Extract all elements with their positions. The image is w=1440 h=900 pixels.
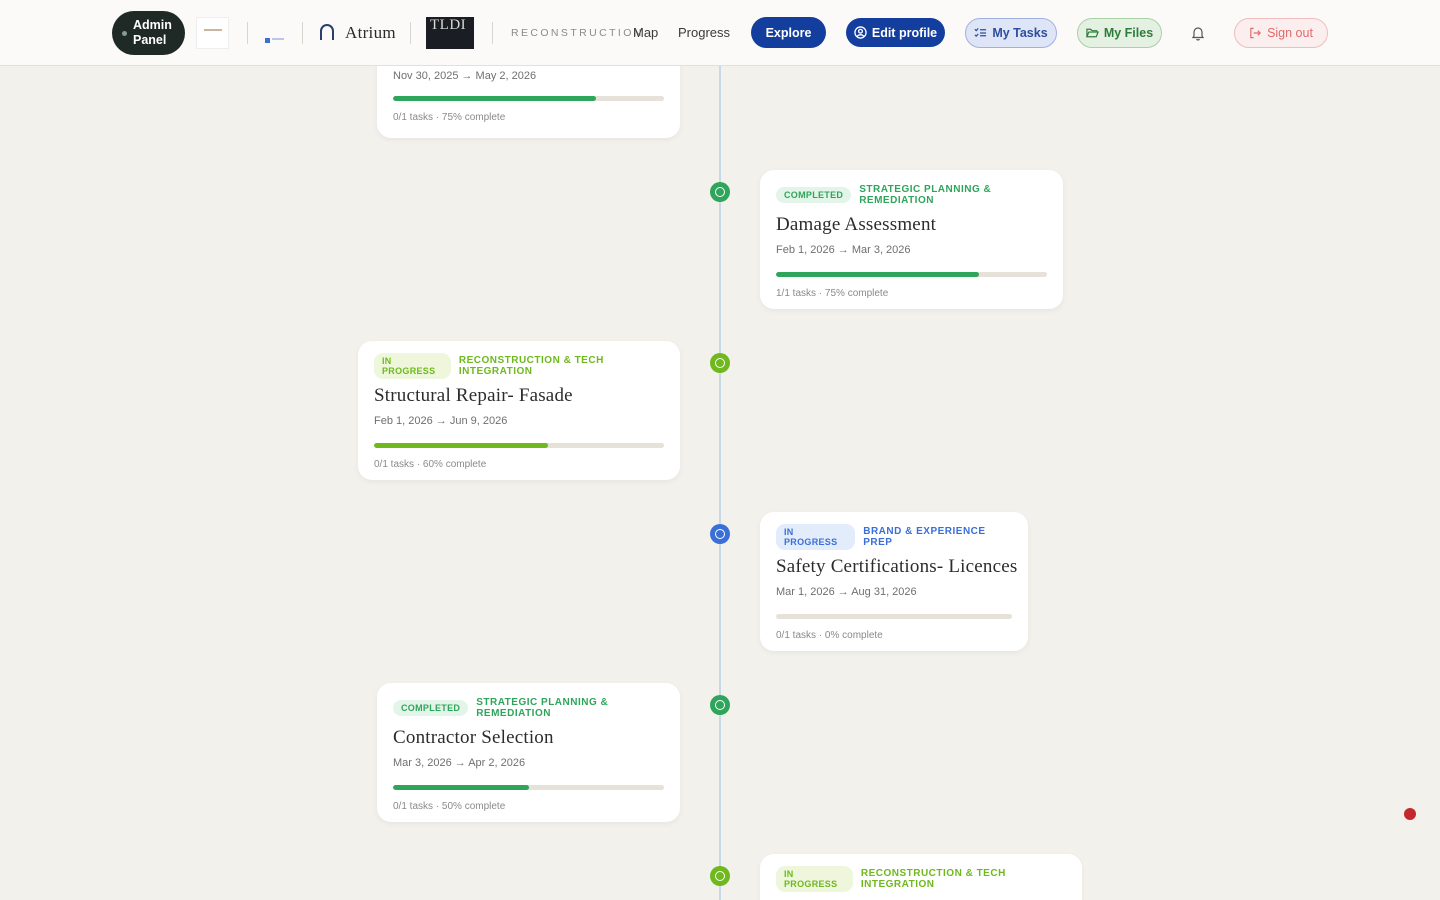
atrium-logo: Atrium [320, 22, 396, 44]
my-files-label: My Files [1103, 26, 1154, 40]
card-title: Safety Certifications- Licences [776, 556, 1018, 577]
my-files-button[interactable]: My Files [1077, 18, 1162, 48]
status-badge: IN PROGRESS [776, 866, 853, 892]
card-dates: Mar 3, 2026 → Apr 2, 2026 [393, 757, 526, 769]
timeline-card[interactable]: IN PROGRESS BRAND & EXPERIENCE PREP Safe… [760, 512, 1028, 651]
nav-map-link[interactable]: Map [633, 25, 658, 40]
nav-progress-link[interactable]: Progress [678, 25, 730, 40]
divider [410, 22, 411, 44]
category-label: STRATEGIC PLANNING & REMEDIATION [859, 184, 992, 206]
card-meta: 0/1 tasks · 0% complete [776, 630, 883, 641]
card-dates: Feb 1, 2026 → Jun 9, 2026 [374, 415, 508, 427]
status-badge: COMPLETED [776, 187, 852, 203]
card-title: Contractor Selection [393, 727, 554, 748]
progress-fill [374, 443, 548, 448]
partner-logo [196, 17, 229, 49]
timeline-node-in-progress [710, 353, 730, 373]
progress-bar [776, 272, 1047, 277]
admin-panel-button[interactable]: Admin Panel [112, 11, 185, 55]
logout-icon [1250, 27, 1262, 39]
progress-bar [374, 443, 664, 448]
timeline-card[interactable]: COMPLETED STRATEGIC PLANNING & REMEDIATI… [377, 683, 680, 822]
my-tasks-button[interactable]: My Tasks [965, 18, 1057, 48]
progress-bar [393, 785, 664, 790]
sign-out-button[interactable]: Sign out [1234, 18, 1328, 48]
category-label: RECONSTRUCTION & TECH INTEGRATION [458, 355, 604, 377]
explore-label: Explore [765, 25, 812, 40]
timeline-node-in-progress [710, 524, 730, 544]
admin-dot-icon [122, 30, 127, 36]
atrium-label: Atrium [345, 23, 396, 42]
timeline-card[interactable]: IN PROGRESS RECONSTRUCTION & TECH INTEGR… [358, 341, 680, 480]
tldi-logo: TLDI [426, 17, 474, 49]
divider [492, 22, 493, 44]
notification-dot[interactable] [1404, 808, 1416, 820]
folder-open-icon [1085, 28, 1099, 38]
checklist-icon [974, 27, 987, 38]
divider [302, 22, 303, 44]
timeline-card[interactable]: COMPLETED STRATEGIC PLANNING & REMEDIATI… [760, 170, 1063, 309]
divider [247, 22, 248, 44]
bell-icon[interactable] [1190, 25, 1206, 41]
card-dates: Feb 1, 2026 → Mar 3, 2026 [776, 244, 911, 256]
card-title: Structural Repair- Fasade [374, 385, 573, 406]
card-meta: 0/1 tasks · 75% complete [393, 112, 506, 123]
category-label: RECONSTRUCTION & TECH INTEGRATION [860, 868, 1006, 890]
card-meta: 0/1 tasks · 60% complete [374, 459, 487, 470]
card-meta: 0/1 tasks · 50% complete [393, 801, 506, 812]
card-meta: 1/1 tasks · 75% complete [776, 288, 889, 299]
timeline-node-in-progress [710, 866, 730, 886]
section-label: RECONSTRUCTION [511, 27, 644, 39]
category-label: STRATEGIC PLANNING & REMEDIATION [476, 697, 609, 719]
admin-panel-label: Admin Panel [133, 18, 172, 47]
card-dates: Mar 1, 2026 → Aug 31, 2026 [776, 586, 917, 598]
progress-bar [393, 96, 664, 101]
edit-profile-label: Edit profile [871, 25, 938, 40]
explore-button[interactable]: Explore [751, 17, 826, 48]
blue-brand-logo [265, 30, 285, 43]
sign-out-label: Sign out [1267, 26, 1313, 40]
edit-profile-button[interactable]: Edit profile [846, 18, 945, 47]
my-tasks-label: My Tasks [992, 26, 1048, 40]
progress-bar [776, 614, 1012, 619]
progress-fill [776, 272, 980, 277]
timeline-card[interactable]: IN PROGRESS RECONSTRUCTION & TECH INTEGR… [760, 854, 1082, 900]
arch-icon [320, 24, 334, 40]
status-badge: IN PROGRESS [776, 524, 856, 550]
card-title: Damage Assessment [776, 214, 937, 235]
progress-fill [393, 96, 597, 101]
tldi-label: TLDI [430, 17, 467, 33]
category-label: BRAND & EXPERIENCE PREP [863, 526, 986, 548]
top-navigation-bar: Admin Panel Atrium TLDI RECONSTRUCTION M… [0, 0, 1440, 66]
timeline-node-completed [710, 695, 730, 715]
progress-fill [393, 785, 529, 790]
timeline-node-completed [710, 182, 730, 202]
status-badge: COMPLETED [393, 700, 469, 716]
user-circle-icon [854, 26, 867, 39]
status-badge: IN PROGRESS [374, 353, 451, 379]
card-dates: Nov 30, 2025 → May 2, 2026 [393, 70, 537, 82]
